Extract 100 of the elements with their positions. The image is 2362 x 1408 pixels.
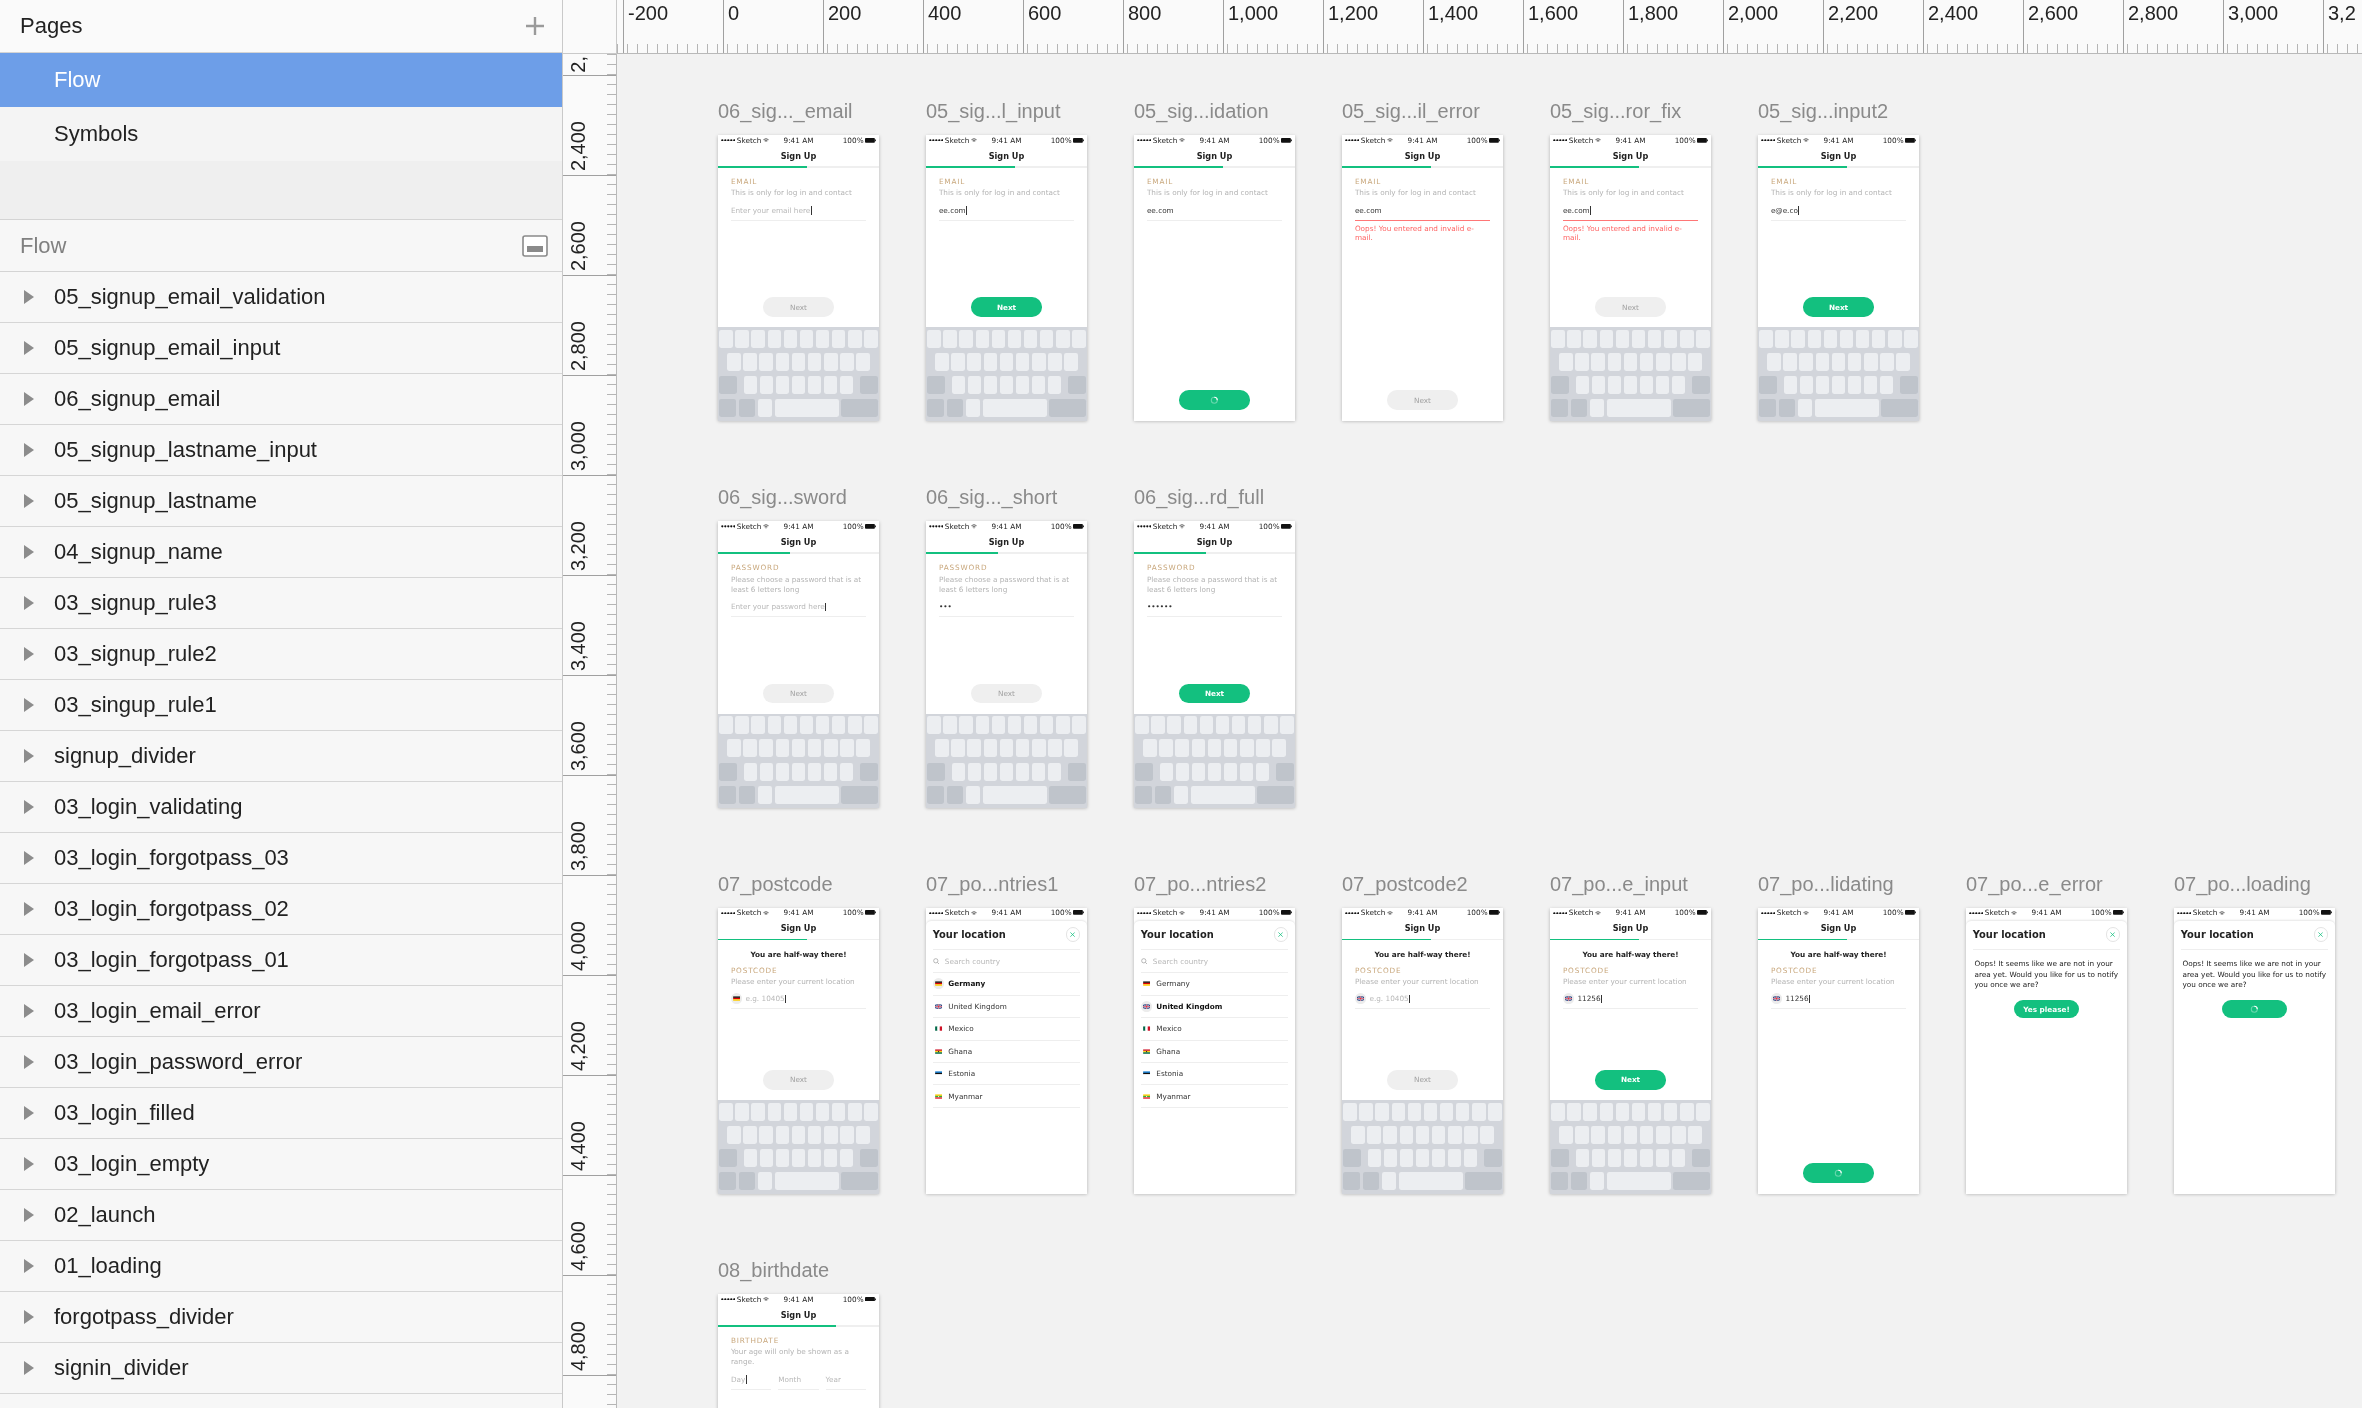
battery-icon: [1073, 524, 1085, 529]
flag-icon: [932, 978, 944, 990]
disclosure-triangle-icon[interactable]: [24, 1106, 34, 1120]
battery-icon: [1697, 137, 1709, 143]
ruler-label: 4,200: [567, 1020, 589, 1071]
disclosure-triangle-icon[interactable]: [24, 953, 34, 967]
disclosure-triangle-icon[interactable]: [24, 545, 34, 559]
layer-name: 03_login_email_error: [54, 998, 261, 1024]
ruler-label: 2,800: [567, 320, 589, 371]
sheet-title: Your location: [2180, 929, 2254, 941]
layers-title: Flow: [20, 232, 67, 259]
disclosure-triangle-icon[interactable]: [24, 1157, 34, 1171]
signal-icon: [1136, 911, 1152, 915]
signal-icon: [928, 911, 944, 915]
action-button[interactable]: [2222, 1000, 2287, 1019]
disclosure-triangle-icon[interactable]: [24, 290, 34, 304]
layer-name: 05_signup_lastname_input: [54, 437, 317, 463]
flag-icon: [1140, 1000, 1152, 1012]
battery-icon: [1697, 910, 1709, 916]
screen-title: Sign Up: [1196, 150, 1233, 161]
disclosure-triangle-icon[interactable]: [24, 392, 34, 406]
signal-icon: [720, 138, 736, 142]
ruler-label: 2,400: [567, 120, 589, 171]
screen-title: Sign Up: [1196, 536, 1233, 547]
signal-icon: [1344, 138, 1360, 142]
disclosure-triangle-icon[interactable]: [24, 341, 34, 355]
ruler-label: 3,400: [567, 620, 589, 671]
disclosure-triangle-icon[interactable]: [24, 1361, 34, 1375]
action-button[interactable]: [1802, 1163, 1875, 1183]
battery-icon: [1281, 137, 1293, 143]
disclosure-triangle-icon[interactable]: [24, 1055, 34, 1069]
battery-icon: [865, 1296, 877, 1302]
battery-icon: [1073, 137, 1085, 143]
signal-icon: [720, 525, 736, 528]
layer-name: forgotpass_divider: [54, 1304, 234, 1330]
battery-icon: [1073, 910, 1085, 916]
close-button[interactable]: [1273, 927, 1289, 942]
close-button[interactable]: [1065, 927, 1081, 942]
signal-icon: [2176, 911, 2192, 915]
ruler-label: 3,2: [2328, 2, 2356, 24]
flag-icon: [730, 993, 743, 1005]
disclosure-triangle-icon[interactable]: [24, 749, 34, 763]
battery-icon: [2321, 910, 2333, 916]
disclosure-triangle-icon[interactable]: [24, 851, 34, 865]
disclosure-triangle-icon[interactable]: [24, 1259, 34, 1273]
signal-icon: [928, 138, 944, 142]
disclosure-triangle-icon[interactable]: [24, 596, 34, 610]
screen-title: Sign Up: [988, 150, 1025, 161]
layer-name: 03_login_validating: [54, 794, 243, 820]
disclosure-triangle-icon[interactable]: [24, 902, 34, 916]
action-button[interactable]: [1178, 390, 1251, 411]
ruler-label: 2,: [567, 56, 589, 73]
ruler-label: 400: [928, 2, 962, 24]
ruler-label: 800: [1128, 2, 1162, 24]
disclosure-triangle-icon[interactable]: [24, 1004, 34, 1018]
screen-title: Sign Up: [1820, 923, 1857, 934]
panel-icon[interactable]: [522, 234, 548, 257]
signal-icon: [1344, 911, 1360, 915]
battery-icon: [1489, 137, 1501, 143]
layer-name: 03_login_empty: [54, 1151, 210, 1177]
ruler-label: 1,400: [1428, 2, 1479, 24]
ruler-label: 4,000: [567, 920, 589, 971]
add-icon[interactable]: [524, 15, 546, 37]
ruler-label: 2,600: [2028, 2, 2079, 24]
ruler-label: 4,800: [567, 1320, 589, 1371]
disclosure-triangle-icon[interactable]: [24, 1208, 34, 1222]
disclosure-triangle-icon[interactable]: [24, 494, 34, 508]
battery-icon: [865, 524, 877, 529]
screen-title: Sign Up: [1404, 923, 1441, 934]
ruler-label: 200: [828, 2, 862, 24]
battery-icon: [1281, 524, 1293, 529]
layer-name: 03_singup_rule1: [54, 692, 217, 718]
page-item[interactable]: Symbols: [0, 107, 562, 161]
disclosure-triangle-icon[interactable]: [24, 647, 34, 661]
screen-title: Sign Up: [780, 1309, 817, 1320]
battery-icon: [2113, 910, 2125, 916]
ruler-label: 1,000: [1228, 2, 1279, 24]
ruler-label: 4,400: [567, 1120, 589, 1171]
layer-name: 06_signup_email: [54, 386, 221, 412]
screen-title: Sign Up: [780, 536, 817, 547]
signal-icon: [928, 525, 944, 528]
layer-name: 03_signup_rule3: [54, 590, 217, 616]
battery-icon: [1489, 910, 1501, 916]
ruler-label: 600: [1028, 2, 1062, 24]
signal-icon: [1552, 138, 1568, 142]
screen-title: Sign Up: [988, 536, 1025, 547]
ruler-label: 4,600: [567, 1220, 589, 1271]
close-button[interactable]: [2313, 927, 2329, 942]
ruler-label: -200: [628, 2, 669, 24]
screen-title: Sign Up: [1612, 923, 1649, 934]
layer-name: 03_signup_rule2: [54, 641, 217, 667]
close-button[interactable]: [2105, 927, 2121, 942]
screen-title: Sign Up: [1612, 150, 1649, 161]
ruler-label: 2,800: [2128, 2, 2179, 24]
screen-title: Sign Up: [780, 923, 817, 934]
sheet-title: Your location: [1972, 929, 2046, 941]
disclosure-triangle-icon[interactable]: [24, 1310, 34, 1324]
disclosure-triangle-icon[interactable]: [24, 698, 34, 712]
disclosure-triangle-icon[interactable]: [24, 443, 34, 457]
disclosure-triangle-icon[interactable]: [24, 800, 34, 814]
